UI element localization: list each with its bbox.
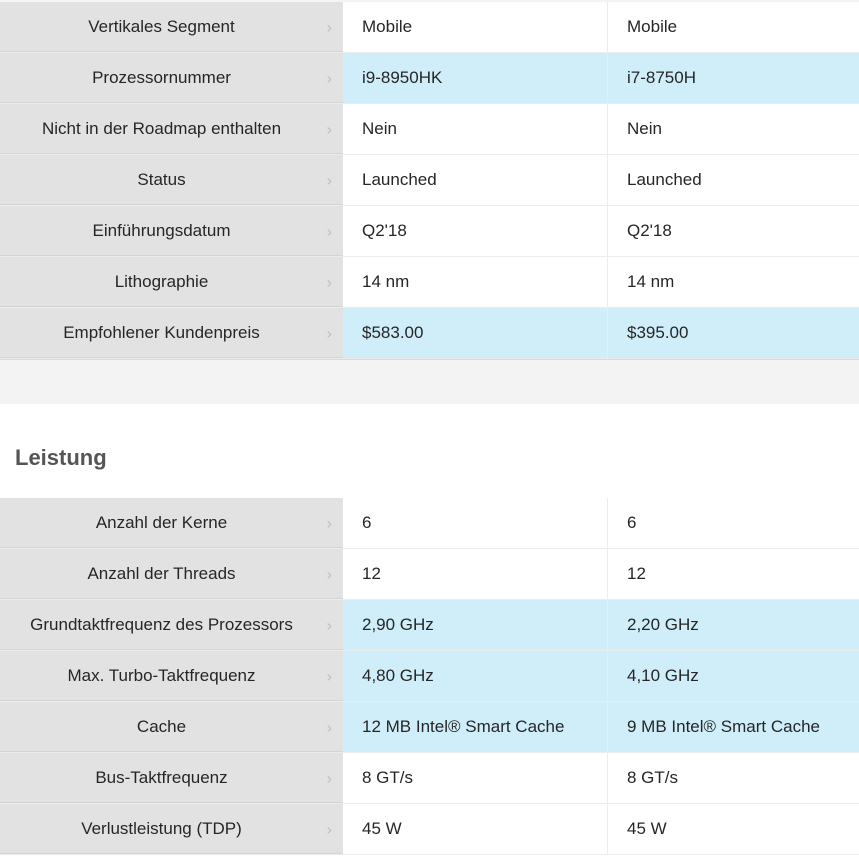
value-processor-2: 4,10 GHz: [607, 651, 859, 701]
row-label: Verlustleistung (TDP): [81, 818, 242, 838]
table-row: Grundtaktfrequenz des Prozessors › 2,90 …: [0, 600, 859, 651]
value-processor-2: Launched: [607, 155, 859, 205]
value-processor-2: Q2'18: [607, 206, 859, 256]
value-processor-2: 14 nm: [607, 257, 859, 307]
row-label-cell[interactable]: Bus-Taktfrequenz ›: [0, 753, 343, 803]
row-label: Grundtaktfrequenz des Prozessors: [30, 614, 293, 634]
row-label: Anzahl der Kerne: [95, 512, 228, 532]
chevron-right-icon: ›: [326, 565, 332, 583]
section-header-performance: Leistung: [0, 404, 859, 498]
value-processor-1: Q2'18: [343, 206, 607, 256]
value-processor-2: Mobile: [607, 2, 859, 52]
table-row: Empfohlener Kundenpreis › $583.00 $395.0…: [0, 308, 859, 359]
row-label: Empfohlener Kundenpreis: [63, 322, 260, 342]
table-row: Cache › 12 MB Intel® Smart Cache 9 MB In…: [0, 702, 859, 753]
chevron-right-icon: ›: [326, 769, 332, 787]
row-label-cell[interactable]: Anzahl der Threads ›: [0, 549, 343, 599]
value-processor-1: 2,90 GHz: [343, 600, 607, 650]
chevron-right-icon: ›: [326, 120, 332, 138]
section-separator: [0, 359, 859, 404]
chevron-right-icon: ›: [326, 667, 332, 685]
table-row: Anzahl der Kerne › 6 6: [0, 498, 859, 549]
row-label: Max. Turbo-Taktfrequenz: [67, 665, 256, 685]
row-label: Nicht in der Roadmap enthalten: [41, 118, 282, 138]
value-processor-2: 2,20 GHz: [607, 600, 859, 650]
row-label: Anzahl der Threads: [87, 563, 236, 583]
table-row: Vertikales Segment › Mobile Mobile: [0, 2, 859, 53]
value-processor-1: 14 nm: [343, 257, 607, 307]
value-processor-1: 12 MB Intel® Smart Cache: [343, 702, 607, 752]
row-label: Prozessornummer: [92, 67, 231, 87]
value-processor-2: 45 W: [607, 804, 859, 854]
value-processor-1: $583.00: [343, 308, 607, 358]
chevron-right-icon: ›: [326, 718, 332, 736]
row-label: Status: [137, 169, 186, 189]
value-processor-1: i9-8950HK: [343, 53, 607, 103]
spec-table-performance: Anzahl der Kerne › 6 6 Anzahl der Thread…: [0, 498, 859, 855]
chevron-right-icon: ›: [326, 820, 332, 838]
chevron-right-icon: ›: [326, 171, 332, 189]
table-row: Nicht in der Roadmap enthalten › Nein Ne…: [0, 104, 859, 155]
row-label-cell[interactable]: Empfohlener Kundenpreis ›: [0, 308, 343, 358]
section-title: Leistung: [15, 445, 107, 470]
table-row: Status › Launched Launched: [0, 155, 859, 206]
value-processor-1: Mobile: [343, 2, 607, 52]
row-label-cell[interactable]: Einführungsdatum ›: [0, 206, 343, 256]
value-processor-2: 9 MB Intel® Smart Cache: [607, 702, 859, 752]
value-processor-1: 6: [343, 498, 607, 548]
table-row: Anzahl der Threads › 12 12: [0, 549, 859, 600]
table-row: Max. Turbo-Taktfrequenz › 4,80 GHz 4,10 …: [0, 651, 859, 702]
row-label: Einführungsdatum: [92, 220, 231, 240]
chevron-right-icon: ›: [326, 273, 332, 291]
spec-table-top: Vertikales Segment › Mobile Mobile Proze…: [0, 2, 859, 359]
chevron-right-icon: ›: [326, 222, 332, 240]
value-processor-2: $395.00: [607, 308, 859, 358]
value-processor-1: Nein: [343, 104, 607, 154]
value-processor-2: 12: [607, 549, 859, 599]
row-label-cell[interactable]: Nicht in der Roadmap enthalten ›: [0, 104, 343, 154]
spec-comparison-page: Vertikales Segment › Mobile Mobile Proze…: [0, 0, 859, 856]
table-row: Bus-Taktfrequenz › 8 GT/s 8 GT/s: [0, 753, 859, 804]
value-processor-2: Nein: [607, 104, 859, 154]
row-label: Cache: [136, 716, 187, 736]
row-label-cell[interactable]: Lithographie ›: [0, 257, 343, 307]
value-processor-2: 6: [607, 498, 859, 548]
row-label-cell[interactable]: Max. Turbo-Taktfrequenz ›: [0, 651, 343, 701]
row-label: Vertikales Segment: [88, 16, 235, 36]
value-processor-1: Launched: [343, 155, 607, 205]
row-label-cell[interactable]: Status ›: [0, 155, 343, 205]
chevron-right-icon: ›: [326, 69, 332, 87]
chevron-right-icon: ›: [326, 616, 332, 634]
table-row: Lithographie › 14 nm 14 nm: [0, 257, 859, 308]
row-label: Bus-Taktfrequenz: [95, 767, 228, 787]
value-processor-1: 8 GT/s: [343, 753, 607, 803]
table-row: Einführungsdatum › Q2'18 Q2'18: [0, 206, 859, 257]
table-row: Verlustleistung (TDP) › 45 W 45 W: [0, 804, 859, 855]
value-processor-2: i7-8750H: [607, 53, 859, 103]
row-label-cell[interactable]: Cache ›: [0, 702, 343, 752]
value-processor-1: 45 W: [343, 804, 607, 854]
chevron-right-icon: ›: [326, 18, 332, 36]
value-processor-1: 12: [343, 549, 607, 599]
chevron-right-icon: ›: [326, 324, 332, 342]
value-processor-1: 4,80 GHz: [343, 651, 607, 701]
row-label-cell[interactable]: Grundtaktfrequenz des Prozessors ›: [0, 600, 343, 650]
row-label: Lithographie: [114, 271, 209, 291]
chevron-right-icon: ›: [326, 514, 332, 532]
table-row: Prozessornummer › i9-8950HK i7-8750H: [0, 53, 859, 104]
row-label-cell[interactable]: Anzahl der Kerne ›: [0, 498, 343, 548]
row-label-cell[interactable]: Vertikales Segment ›: [0, 2, 343, 52]
row-label-cell[interactable]: Prozessornummer ›: [0, 53, 343, 103]
value-processor-2: 8 GT/s: [607, 753, 859, 803]
row-label-cell[interactable]: Verlustleistung (TDP) ›: [0, 804, 343, 854]
